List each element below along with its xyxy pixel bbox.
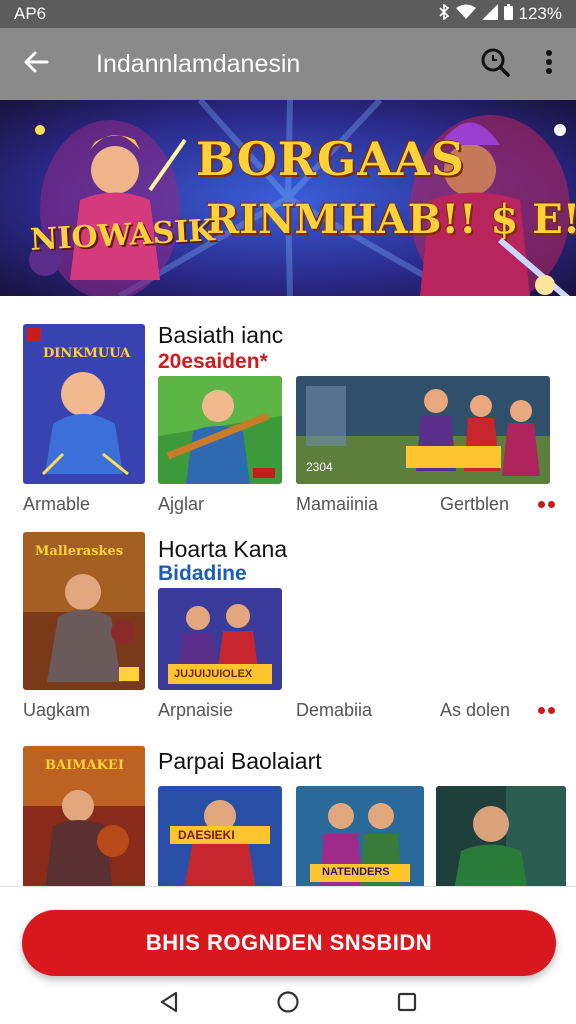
game-label[interactable]: Gertblen	[440, 494, 509, 515]
promo-banner[interactable]: BORGAAS RINMHAB!! $ E! NIOWASIK	[0, 100, 576, 296]
section-title: Basiath ianc	[158, 322, 284, 348]
game-section: BAIMAKEI Parpai Baolaiart DAESIEKI NATEN…	[0, 730, 576, 890]
status-left-text: AP6	[14, 4, 47, 23]
system-nav-bar	[0, 984, 576, 1024]
nav-home-icon	[276, 990, 300, 1019]
bluetooth-icon	[438, 2, 450, 25]
section-subtitle: Bidadine	[158, 562, 247, 585]
cover-title: Malleraskes	[35, 544, 124, 559]
game-tile[interactable]	[158, 376, 282, 484]
game-label[interactable]: Demabiia	[296, 700, 372, 721]
more-vert-icon	[545, 49, 553, 80]
game-tile[interactable]	[436, 786, 566, 890]
game-tile-wide[interactable]: 2304	[296, 376, 550, 484]
game-cover-large[interactable]: Malleraskes	[23, 532, 145, 690]
more-options-button[interactable]	[522, 28, 576, 100]
game-label[interactable]: Mamaiinia	[296, 494, 378, 515]
cover-title: BAIMAKEI	[45, 758, 124, 773]
app-bar: Indannlamdanesin	[0, 28, 576, 100]
tile-art	[158, 376, 282, 484]
arrow-left-icon	[23, 51, 49, 78]
wifi-icon	[455, 4, 476, 25]
game-tile[interactable]: DAESIEKI	[158, 786, 282, 890]
screen: AP6 123% Indannlamdanesin BORGAAS RINMHA…	[0, 0, 576, 1024]
back-button[interactable]	[0, 28, 72, 100]
game-cover-large[interactable]: BAIMAKEI	[23, 746, 145, 890]
game-label[interactable]: As dolen	[440, 700, 510, 721]
banner-headline-1: BORGAAS	[196, 132, 465, 186]
section-title: Ноarta Kana	[158, 536, 288, 562]
search-button[interactable]	[468, 28, 522, 100]
section-title: Parpai Baolaiart	[158, 748, 322, 774]
nav-back-icon	[159, 991, 179, 1018]
tile-tag: DAESIEKI	[178, 828, 235, 842]
game-label[interactable]: Ajglar	[158, 494, 204, 515]
game-section: Malleraskes Ноarta Kana Bidadine JUJUIJU…	[0, 518, 576, 730]
nav-back-button[interactable]	[149, 984, 189, 1024]
nav-recents-button[interactable]	[387, 984, 427, 1024]
game-label[interactable]: Uagkam	[23, 700, 90, 721]
battery-level: 123%	[518, 4, 562, 23]
battery-icon	[503, 3, 513, 25]
search-icon	[480, 47, 510, 82]
cover-title: DINKMUUA	[43, 346, 131, 361]
tile-art	[296, 376, 550, 484]
nav-recents-icon	[397, 992, 417, 1017]
status-bar: AP6 123%	[0, 0, 576, 28]
game-tile[interactable]: JUJUIJUIOLEX	[158, 588, 282, 690]
more-dots-icon[interactable]	[538, 707, 555, 714]
tile-art	[436, 786, 566, 890]
game-section: DINKMUUA Basiath ianc 20esaiden* 2304 Ar…	[0, 296, 576, 518]
section-subtitle: 20esaiden*	[158, 350, 268, 373]
page-title: Indannlamdanesin	[96, 49, 301, 78]
game-label[interactable]: Arpnaisie	[158, 700, 233, 721]
tile-tag: 2304	[306, 460, 333, 474]
banner-headline-2: RINMHAB!! $ E!	[206, 196, 576, 243]
tile-tag: JUJUIJUIOLEX	[174, 668, 253, 680]
tile-tag: NATENDERS	[322, 866, 390, 878]
status-icons: 123%	[438, 2, 562, 25]
nav-home-button[interactable]	[268, 984, 308, 1024]
game-cover-large[interactable]: DINKMUUA	[23, 324, 145, 484]
game-label[interactable]: Armable	[23, 494, 90, 515]
signal-icon	[481, 3, 498, 25]
primary-cta-button[interactable]: BHIS ROGNDEN SNSBIDN	[22, 910, 556, 976]
game-tile[interactable]: NATENDERS	[296, 786, 424, 890]
more-dots-icon[interactable]	[538, 501, 555, 508]
